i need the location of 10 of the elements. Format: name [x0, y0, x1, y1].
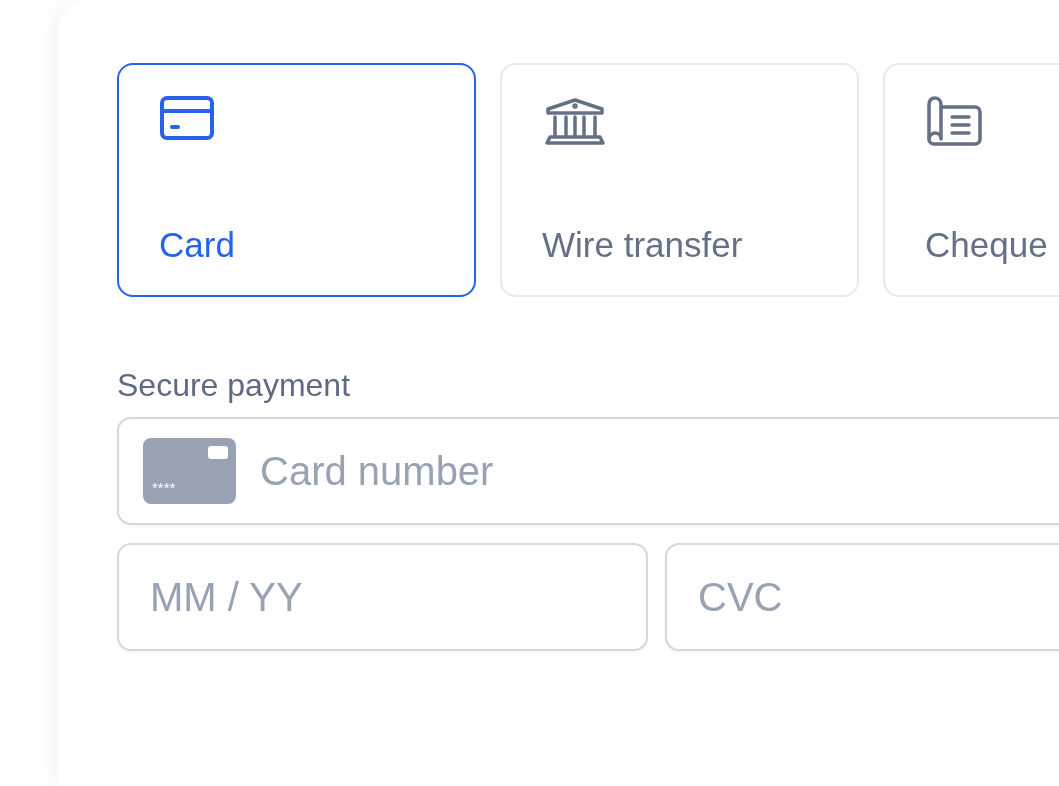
section-label: Secure payment	[117, 367, 350, 403]
credit-card-icon	[159, 95, 215, 143]
credit-card-icon: ****	[143, 438, 236, 504]
document-icon	[925, 95, 983, 147]
expiry-field[interactable]: MM / YY	[117, 543, 648, 651]
payment-method-tab[interactable]: Wire transfer	[500, 63, 859, 297]
cvc-field[interactable]: CVC	[665, 543, 1059, 651]
payment-method-tab[interactable]: Card	[117, 63, 476, 297]
payment-method-tab[interactable]: Cheque	[883, 63, 1059, 297]
bank-icon	[542, 95, 608, 147]
